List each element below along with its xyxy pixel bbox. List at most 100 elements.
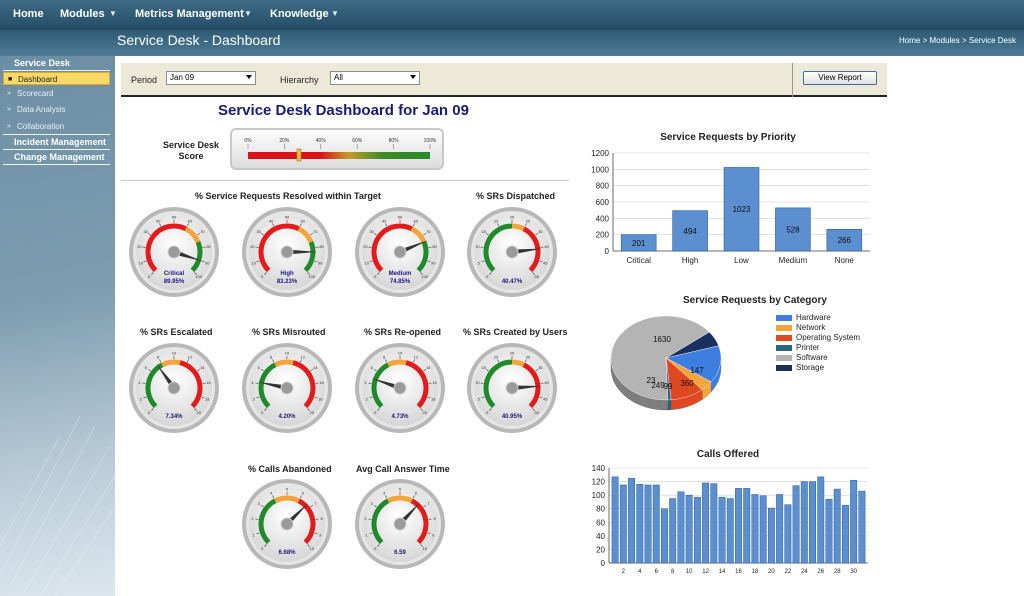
sidebar-item-scorecard[interactable]: » Scorecard bbox=[3, 87, 110, 100]
legend-item: Printer bbox=[776, 343, 860, 353]
nav-knowledge[interactable]: Knowledge bbox=[270, 8, 329, 20]
gauge-value: 4.20% bbox=[278, 414, 296, 420]
y-tick-label: 1000 bbox=[591, 165, 609, 174]
gauge-tick-label: 30 bbox=[526, 218, 531, 223]
legend-label: Network bbox=[796, 323, 826, 332]
sidebar-item-label: Scorecard bbox=[17, 89, 54, 98]
period-select[interactable]: Jan 09 bbox=[166, 71, 256, 85]
nav-home[interactable]: Home bbox=[13, 8, 44, 20]
legend-item: Operating System bbox=[776, 333, 860, 343]
gauge-tick-label: 70 bbox=[313, 229, 318, 234]
breadcrumb-home[interactable]: Home bbox=[899, 36, 920, 45]
gauge-tick-label: 18 bbox=[205, 396, 210, 401]
section-divider bbox=[121, 180, 569, 181]
gauge-tick-label: 60 bbox=[301, 218, 306, 223]
gauge-hub bbox=[393, 517, 407, 531]
bar bbox=[661, 508, 668, 564]
sidebar-section-change-management[interactable]: Change Management bbox=[14, 152, 105, 162]
gauge-title-escalated: % SRs Escalated bbox=[140, 327, 213, 337]
sidebar-item-collaboration[interactable]: » Collaboration bbox=[3, 120, 110, 133]
gauge-band bbox=[274, 359, 294, 368]
bar bbox=[809, 481, 816, 564]
gauge-tick-label: 25 bbox=[510, 215, 515, 220]
score-tick-label: 60% bbox=[352, 138, 363, 144]
sidebar-divider bbox=[3, 164, 110, 165]
calls-offered-bar-chart: 0204060801001201402 4 6 8 10 12 14 16 18 20 22 24 26… bbox=[592, 464, 868, 575]
bar bbox=[735, 488, 742, 564]
nav-modules[interactable]: Modules bbox=[60, 8, 105, 20]
gauge-band bbox=[511, 223, 525, 232]
knowledge-dropdown-icon[interactable]: ▼ bbox=[331, 9, 339, 18]
gauge-hub bbox=[393, 381, 407, 395]
gauge-tick-label: 30 bbox=[369, 229, 374, 234]
priority-bar-chart: 0 200 400 600 800 1000 1200 201 Critical 494 High 1… bbox=[591, 149, 870, 265]
bar bbox=[619, 484, 627, 564]
score-tick-label: 80% bbox=[389, 138, 400, 144]
bar bbox=[800, 481, 808, 564]
gauge-misrouted: 0 2 4 6 8 10 12 14 16 18 20 4.20% bbox=[241, 342, 333, 434]
breadcrumb-modules[interactable]: Modules bbox=[929, 36, 959, 45]
nav-metrics-management[interactable]: Metrics Management bbox=[135, 8, 244, 20]
legend-item: Hardware bbox=[776, 313, 860, 323]
x-tick-label: 22 bbox=[785, 569, 792, 575]
bar-data-label: 1023 bbox=[733, 205, 751, 214]
gauge-tick-label: 80 bbox=[319, 244, 324, 249]
breadcrumb-service-desk: Service Desk bbox=[968, 36, 1016, 45]
sidebar-item-data-analysis[interactable]: » Data Analysis bbox=[3, 103, 110, 116]
gauge-tick-label: 30 bbox=[256, 229, 261, 234]
bar bbox=[841, 505, 849, 564]
sidebar-section-incident-management[interactable]: Incident Management bbox=[14, 137, 106, 147]
sidebar-section-service-desk[interactable]: Service Desk bbox=[14, 58, 70, 68]
bar bbox=[759, 495, 767, 564]
view-report-button[interactable]: View Report bbox=[803, 71, 877, 85]
gauge-medium: 0 10 20 30 40 50 60 70 80 90 100 Medium 74.85% bbox=[354, 206, 446, 298]
x-tick-label: None bbox=[835, 256, 855, 265]
gauge-value: 6.68% bbox=[278, 550, 296, 556]
x-tick-label: 6 bbox=[655, 569, 659, 575]
sidebar-decoration bbox=[0, 415, 115, 596]
bar bbox=[792, 485, 800, 564]
gauge-title-misrouted: % SRs Misrouted bbox=[252, 327, 326, 337]
gauge-tick-label: 10 bbox=[285, 351, 290, 356]
x-tick-label: 20 bbox=[768, 569, 775, 575]
filter-divider bbox=[792, 63, 793, 97]
bar bbox=[825, 498, 833, 564]
gauge-title-reopened: % SRs Re-opened bbox=[364, 327, 442, 337]
x-tick-label: 24 bbox=[801, 569, 808, 575]
top-nav-bar: Home Modules ▼ Metrics Management ▼ Know… bbox=[0, 0, 1024, 30]
modules-dropdown-icon[interactable]: ▼ bbox=[109, 9, 117, 18]
gauge-value: 74.85% bbox=[389, 279, 411, 285]
score-tick-label: 100% bbox=[424, 138, 437, 144]
x-tick-label: 26 bbox=[817, 569, 824, 575]
x-tick-label: 16 bbox=[735, 569, 742, 575]
gauge-hub bbox=[280, 381, 294, 395]
x-tick-label: 8 bbox=[671, 569, 675, 575]
legend-label: Software bbox=[796, 353, 828, 362]
bar bbox=[833, 488, 841, 564]
gauge-high: 0 10 20 30 40 50 60 70 80 90 100 High 83.23% bbox=[241, 206, 333, 298]
gauge-tick-label: 20 bbox=[250, 244, 255, 249]
gauge-title-dispatched: % SRs Dispatched bbox=[476, 191, 556, 201]
gauge-band bbox=[387, 359, 407, 368]
hierarchy-select[interactable]: All bbox=[330, 71, 420, 85]
gauge-tick-label: 10 bbox=[251, 260, 256, 265]
gauge-tick-label: 40 bbox=[156, 218, 161, 223]
double-chevron-icon: » bbox=[7, 106, 11, 113]
sidebar-item-dashboard[interactable]: ■ Dashboard bbox=[3, 72, 110, 85]
gauge-tick-label: 90 bbox=[205, 260, 210, 265]
gauge-tick-label: 40 bbox=[269, 218, 274, 223]
score-tick-label: 20% bbox=[279, 138, 290, 144]
category-chart-title: Service Requests by Category bbox=[683, 295, 827, 306]
gauge-value: 89.95% bbox=[163, 279, 185, 285]
gauge-tick-label: 18 bbox=[318, 396, 323, 401]
legend-label: Storage bbox=[796, 363, 825, 372]
x-tick-label: 10 bbox=[686, 569, 693, 575]
gauge-tick-label: 10 bbox=[172, 351, 177, 356]
gauge-tick-label: 16 bbox=[319, 380, 324, 385]
gauge-tick-label: 10 bbox=[475, 380, 480, 385]
x-tick-label: 30 bbox=[850, 569, 857, 575]
metrics-dropdown-icon[interactable]: ▼ bbox=[244, 9, 252, 18]
x-tick-label: Low bbox=[734, 256, 749, 265]
category-pie-chart: 16301473609924923 bbox=[610, 315, 722, 411]
bar bbox=[710, 483, 718, 564]
